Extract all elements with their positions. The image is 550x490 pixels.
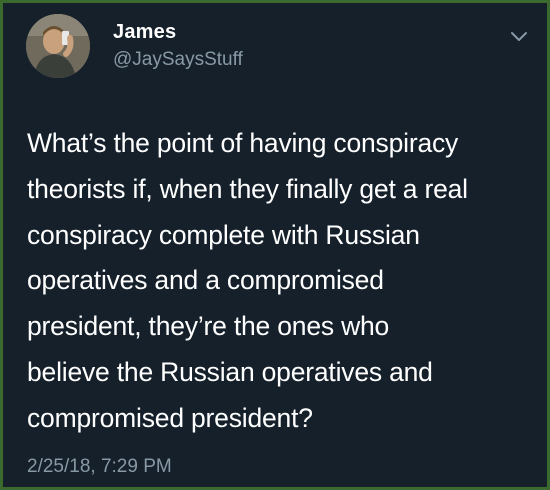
tweet-timestamp[interactable]: 2/25/18, 7:29 PM (27, 456, 172, 478)
tweet-card: James @JaySaysStuff What’s the point of … (3, 3, 547, 487)
avatar[interactable] (26, 14, 90, 78)
author-handle[interactable]: @JaySaysStuff (113, 49, 243, 71)
avatar-photo (26, 14, 90, 78)
tweet-text-line: believe the Russian operatives and (27, 356, 433, 387)
tweet-text-line: operatives and a compromised (27, 265, 384, 296)
tweet-text-line: compromised president? (27, 402, 313, 433)
author-name[interactable]: James (113, 21, 176, 44)
tweet-text-line: What’s the point of having conspiracy (27, 128, 459, 158)
chevron-down-icon[interactable] (508, 29, 530, 45)
tweet-text: What’s the point of having conspiracy th… (27, 121, 532, 442)
tweet-text-line: theorists if, when they finally get a re… (27, 173, 468, 204)
tweet-text-line: conspiracy complete with Russian (27, 219, 420, 250)
tweet-text-line: president, they’re the ones who (27, 311, 390, 342)
